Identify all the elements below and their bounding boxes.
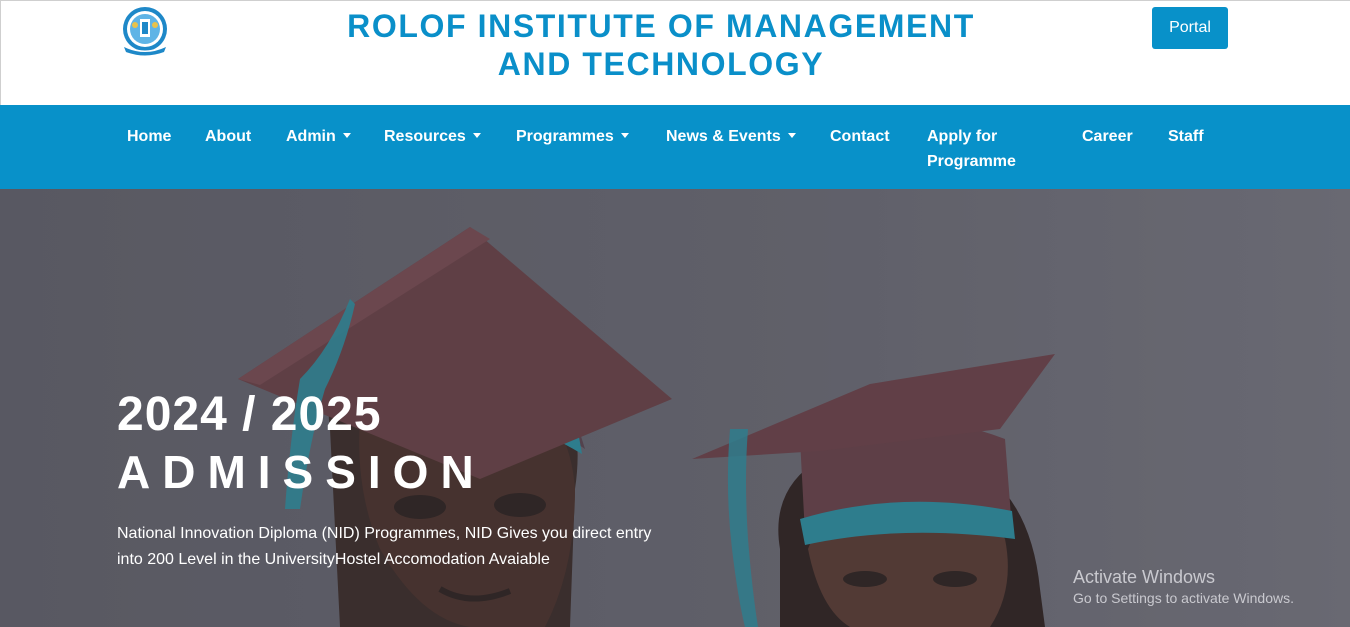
nav-item-label-line-2: Programme	[927, 153, 1016, 170]
nav-item-label: Contact	[830, 128, 890, 145]
site-header: ROLOF INSTITUTE OF MANAGEMENT AND TECHNO…	[0, 0, 1350, 105]
hero-description-line-2: into 200 Level in the UniversityHostel A…	[117, 551, 550, 568]
nav-item-home[interactable]: Home	[127, 124, 171, 149]
nav-item-label: Staff	[1168, 128, 1204, 145]
nav-item-career[interactable]: Career	[1082, 124, 1133, 149]
caret-down-icon	[787, 133, 796, 138]
nav-item-programmes[interactable]: Programmes	[516, 124, 629, 149]
nav-item-about[interactable]: About	[205, 124, 251, 149]
nav-item-label: News & Events	[666, 128, 781, 145]
caret-down-icon	[342, 133, 351, 138]
nav-item-resources[interactable]: Resources	[384, 124, 481, 149]
hero-banner: 2024 / 2025 ADMISSION National Innovatio…	[0, 189, 1350, 627]
nav-item-staff[interactable]: Staff	[1168, 124, 1204, 149]
nav-item-label: Career	[1082, 128, 1133, 145]
admission-year: 2024 / 2025	[117, 388, 382, 441]
hero-description-line-1: National Innovation Diploma (NID) Progra…	[117, 525, 652, 542]
nav-item-news-events[interactable]: News & Events	[666, 124, 796, 149]
nav-item-admin[interactable]: Admin	[286, 124, 351, 149]
nav-item-label: About	[205, 128, 252, 145]
site-title: ROLOF INSTITUTE OF MANAGEMENT AND TECHNO…	[321, 7, 1001, 83]
portal-button[interactable]: Portal	[1152, 7, 1228, 49]
caret-down-icon	[620, 133, 629, 138]
nav-item-label: Admin	[286, 128, 336, 145]
hero-description: National Innovation Diploma (NID) Progra…	[117, 521, 697, 573]
institute-logo-icon[interactable]	[118, 5, 172, 57]
nav-item-label: Resources	[384, 128, 466, 145]
activate-windows-watermark: Activate Windows Go to Settings to activ…	[1073, 566, 1294, 608]
admission-headline: ADMISSION	[117, 446, 486, 498]
watermark-title: Activate Windows	[1073, 567, 1216, 587]
site-title-line-2: AND TECHNOLOGY	[497, 46, 825, 82]
main-navigation: Home About Admin Resources Programmes Ne…	[0, 105, 1350, 189]
site-title-line-1: ROLOF INSTITUTE OF MANAGEMENT	[347, 8, 975, 44]
nav-item-apply-for-programme[interactable]: Apply for Programme	[927, 124, 1016, 174]
nav-item-label: Home	[127, 128, 172, 145]
watermark-subtitle: Go to Settings to activate Windows.	[1073, 590, 1294, 606]
caret-down-icon	[472, 133, 481, 138]
nav-item-label: Programmes	[516, 128, 614, 145]
nav-item-contact[interactable]: Contact	[830, 124, 890, 149]
nav-item-label: Apply for	[927, 128, 998, 145]
